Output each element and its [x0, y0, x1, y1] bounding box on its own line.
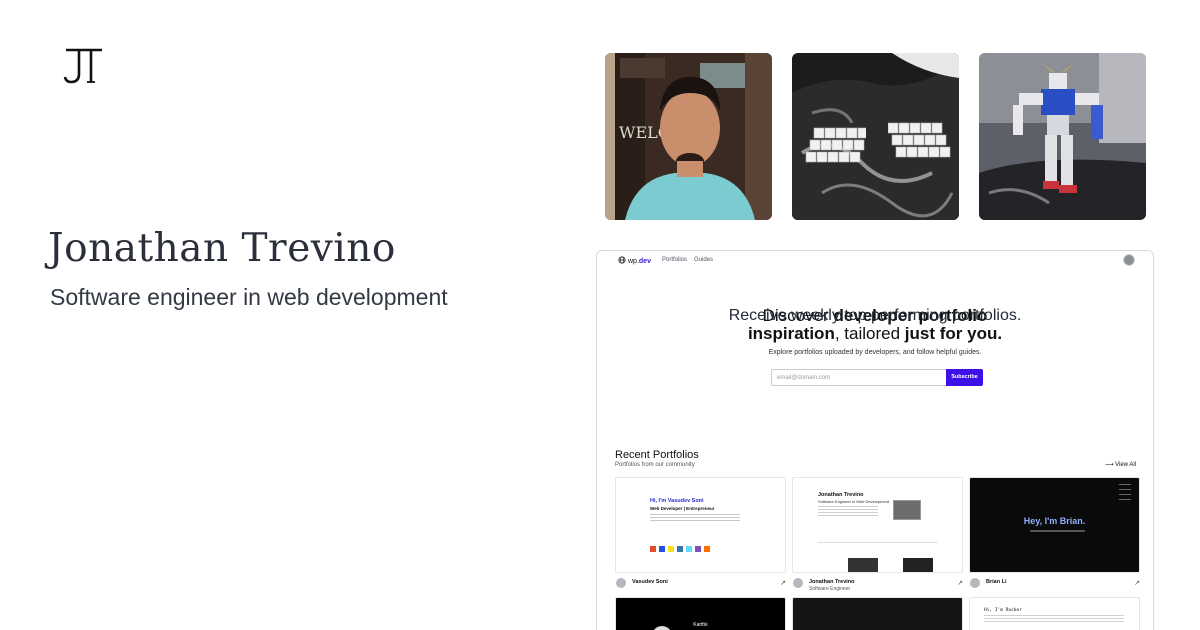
thumb-photo: [893, 500, 921, 520]
thumb-text-lines: [818, 506, 878, 516]
thumb-menu: [1119, 484, 1131, 504]
arrow-right-icon: ⟶: [1104, 462, 1114, 468]
card-headline: Jonathan Trevino: [818, 492, 864, 498]
recent-subtitle: Portfolios from our community: [615, 462, 695, 468]
thumb-project-image: [903, 558, 933, 572]
thumb-project-image: [848, 558, 878, 572]
avatar: [793, 578, 803, 588]
thumb-text-lines: [984, 615, 1124, 623]
portfolio-card[interactable]: Hi, I'm Vasudev Soni Web Developer | Ent…: [615, 477, 786, 596]
thumb-projects: [818, 542, 938, 558]
nav-link-portfolios[interactable]: Portfolios: [662, 257, 687, 263]
card-sub: Software Engineer in Web Development: [818, 499, 890, 504]
thumb-text-lines: [1030, 530, 1085, 532]
portfolio-site-screenshot: wp.dev Portfolios Guides Discover develo…: [596, 250, 1154, 630]
hero-line2-bold-a: inspiration: [747, 324, 835, 343]
card-sub: Web Developer | Entrepreneur: [650, 506, 715, 511]
portfolio-thumbnail[interactable]: Hey, I'm Brian.: [969, 477, 1140, 573]
email-input[interactable]: email@domain.com: [771, 369, 947, 386]
card-author-name: Vasudev Soni: [632, 579, 668, 585]
view-all-link[interactable]: ⟶ View All: [1105, 461, 1136, 468]
external-link-icon[interactable]: ↗: [780, 579, 786, 587]
card-author-name: Jonathan Trevino: [809, 579, 855, 585]
recent-portfolios-header: Recent Portfolios Portfolios from our co…: [615, 449, 699, 468]
avatar: [970, 578, 980, 588]
portfolio-card[interactable]: Hey, I'm Brian. Brian Li ↗: [969, 477, 1140, 596]
keyboard-keycaps-photo: [792, 53, 959, 220]
site-brand[interactable]: wp.dev: [618, 256, 651, 266]
globe-icon: [618, 256, 626, 266]
user-avatar[interactable]: [1123, 254, 1135, 266]
hero-line2-plain: , tailored: [834, 324, 905, 343]
subscribe-form: email@domain.com Subscribe: [771, 369, 983, 386]
card-headline: Hey, I'm Brian.: [1023, 516, 1086, 526]
brand-suffix: dev: [638, 257, 651, 265]
portfolio-card[interactable]: Karthk: [615, 597, 786, 630]
recent-title: Recent Portfolios: [615, 449, 699, 461]
portfolio-card[interactable]: [792, 597, 963, 630]
thumb-headline: Hi, I'm Vasudev Soni: [650, 498, 704, 504]
card-headline: Hi, I'm Rocker: [984, 608, 1022, 613]
brand-prefix: wp.: [628, 257, 639, 265]
card-author-role: Software Engineer: [809, 586, 851, 592]
monogram-logo: [62, 46, 106, 86]
portfolio-card[interactable]: Jonathan Trevino Software Engineer in We…: [792, 477, 963, 596]
subscribe-note: Receive weekly top performing portfolios…: [728, 307, 1022, 324]
gundam-figure-photo: [979, 53, 1146, 220]
site-navbar: wp.dev Portfolios Guides: [597, 251, 1153, 271]
profile-tagline: Software engineer in web development: [50, 284, 448, 310]
hero-subtitle: Explore portfolios uploaded by developer…: [768, 349, 982, 356]
thumb-text-lines: [650, 514, 740, 522]
external-link-icon[interactable]: ↗: [957, 579, 963, 587]
hero-line2-bold-b: just for you.: [904, 324, 1003, 343]
portrait-photo: WELC: [605, 53, 772, 220]
card-author-name: Brian Li: [986, 579, 1007, 585]
portfolio-card[interactable]: Hi, I'm Rocker: [969, 597, 1140, 630]
profile-name: Jonathan Trevino: [48, 226, 396, 271]
view-all-label: View All: [1115, 462, 1136, 468]
card-headline: Hi, I'm Vasudev Soni: [650, 498, 704, 504]
external-link-icon[interactable]: ↗: [1134, 579, 1140, 587]
skill-icons-row: [650, 546, 710, 552]
portfolio-thumbnail[interactable]: Jonathan Trevino Software Engineer in We…: [792, 477, 963, 573]
avatar: [616, 578, 626, 588]
portfolio-thumbnail[interactable]: Hi, I'm Vasudev Soni Web Developer | Ent…: [615, 477, 786, 573]
nav-link-guides[interactable]: Guides: [694, 257, 713, 263]
card-headline: Karthk: [693, 622, 708, 628]
subscribe-button[interactable]: Subscribe: [946, 369, 983, 386]
